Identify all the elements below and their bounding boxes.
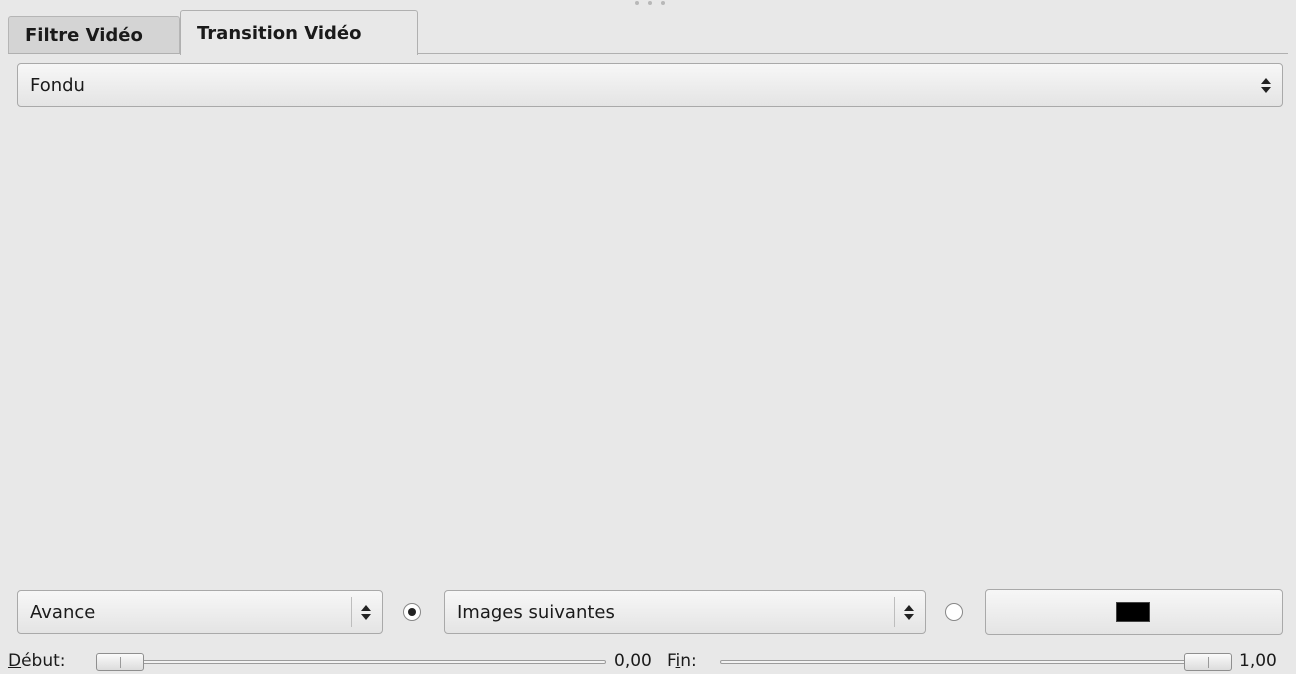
color-swatch bbox=[1116, 602, 1150, 622]
end-value: 1,00 bbox=[1239, 651, 1277, 671]
source-value: Images suivantes bbox=[457, 601, 615, 623]
start-label: Début: bbox=[8, 651, 66, 671]
direction-value: Avance bbox=[30, 601, 96, 623]
radio-color[interactable] bbox=[945, 603, 963, 621]
updown-arrows-icon bbox=[356, 598, 376, 626]
transition-type-combo[interactable]: Fondu bbox=[17, 63, 1283, 107]
end-slider-track bbox=[720, 660, 1232, 664]
color-picker-button[interactable] bbox=[985, 589, 1283, 635]
radio-images[interactable] bbox=[403, 603, 421, 621]
start-slider-thumb[interactable] bbox=[96, 653, 144, 671]
direction-combo[interactable]: Avance bbox=[17, 590, 383, 634]
tab-bar: Filtre Vidéo Transition Vidéo bbox=[8, 10, 1288, 55]
tab-filtre-video[interactable]: Filtre Vidéo bbox=[8, 16, 180, 54]
pane-resize-grip[interactable] bbox=[630, 1, 670, 7]
tab-transition-video[interactable]: Transition Vidéo bbox=[180, 10, 418, 55]
end-slider-thumb[interactable] bbox=[1184, 653, 1232, 671]
start-value: 0,00 bbox=[614, 651, 652, 671]
grip-dot bbox=[648, 1, 652, 5]
start-slider-track bbox=[96, 660, 606, 664]
transition-type-value: Fondu bbox=[30, 74, 85, 96]
updown-arrows-icon bbox=[1256, 71, 1276, 99]
end-label: Fin: bbox=[667, 651, 697, 671]
source-combo[interactable]: Images suivantes bbox=[444, 590, 926, 634]
end-slider[interactable] bbox=[720, 653, 1232, 671]
grip-dot bbox=[635, 1, 639, 5]
start-slider[interactable] bbox=[96, 653, 606, 671]
updown-arrows-icon bbox=[899, 598, 919, 626]
grip-dot bbox=[661, 1, 665, 5]
